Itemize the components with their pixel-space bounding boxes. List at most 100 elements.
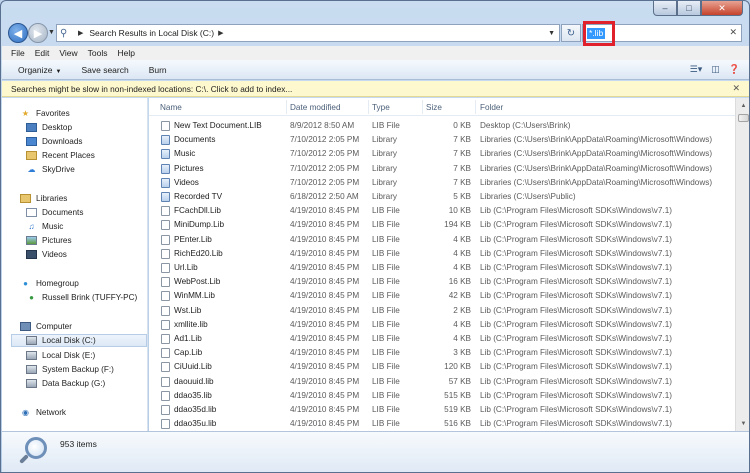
- table-row[interactable]: ddao35d.lib 4/19/2010 8:45 PM LIB File 519 …: [149, 403, 735, 417]
- scrollbar-thumb[interactable]: [738, 114, 749, 122]
- address-bar[interactable]: ⚲ ▶ Search Results in Local Disk (C:) ▶ …: [56, 24, 560, 42]
- nav-label: Homegroup: [36, 279, 79, 288]
- search-box[interactable]: *.lib ✕: [582, 21, 742, 46]
- info-bar-close-icon[interactable]: ✕: [732, 83, 740, 94]
- column-divider[interactable]: [422, 100, 423, 114]
- nav-documents[interactable]: Documents: [26, 206, 83, 219]
- nav-favorites[interactable]: ★ Favorites: [20, 107, 70, 120]
- column-divider[interactable]: [475, 100, 476, 114]
- table-row[interactable]: Documents 7/10/2012 2:05 PM Library 7 KB Lib…: [149, 133, 735, 147]
- help-icon[interactable]: ❓: [729, 64, 740, 75]
- nav-homegroup-user[interactable]: ● Russell Brink (TUFFY-PC): [26, 291, 137, 304]
- cell-folder: Lib (C:\Program Files\Microsoft SDKs\Win…: [480, 348, 672, 358]
- cell-date-modified: 7/10/2012 2:05 PM: [290, 135, 360, 145]
- table-row[interactable]: ddao35.lib 4/19/2010 8:45 PM LIB File 515 K…: [149, 389, 735, 403]
- maximize-button[interactable]: □: [677, 1, 701, 16]
- menu-tools[interactable]: Tools: [88, 48, 108, 58]
- nav-downloads[interactable]: Downloads: [26, 135, 83, 148]
- column-divider[interactable]: [368, 100, 369, 114]
- file-icon: [161, 390, 170, 401]
- nav-recent-places[interactable]: Recent Places: [26, 149, 95, 162]
- nav-computer[interactable]: Computer: [20, 320, 72, 333]
- menu-view[interactable]: View: [59, 48, 77, 58]
- table-row[interactable]: New Text Document.LIB 8/9/2012 8:50 AM LIB…: [149, 119, 735, 133]
- cell-name: Videos: [174, 177, 199, 187]
- breadcrumb-chevron-icon[interactable]: ▶: [218, 29, 223, 37]
- file-icon: [161, 305, 170, 316]
- cell-size: 57 KB: [448, 376, 471, 386]
- table-row[interactable]: Wst.Lib 4/19/2010 8:45 PM LIB File 2 KB Lib …: [149, 304, 735, 318]
- forward-button[interactable]: ▶: [28, 23, 48, 43]
- table-row[interactable]: Url.Lib 4/19/2010 8:45 PM LIB File 4 KB Lib …: [149, 261, 735, 275]
- cell-type: Library: [372, 177, 398, 187]
- table-row[interactable]: CiUuid.Lib 4/19/2010 8:45 PM LIB File 120 K…: [149, 360, 735, 374]
- nav-label: Libraries: [36, 194, 68, 203]
- menu-file[interactable]: File: [11, 48, 25, 58]
- column-type[interactable]: Type: [372, 103, 390, 112]
- menu-bar: File Edit View Tools Help: [2, 46, 749, 60]
- nav-homegroup[interactable]: ● Homegroup: [20, 277, 79, 290]
- cell-folder: Lib (C:\Program Files\Microsoft SDKs\Win…: [480, 362, 672, 372]
- table-row[interactable]: RichEd20.Lib 4/19/2010 8:45 PM LIB File 4 K…: [149, 247, 735, 261]
- nav-skydrive[interactable]: ☁ SkyDrive: [26, 163, 75, 176]
- table-row[interactable]: Videos 7/10/2012 2:05 PM Library 7 KB Librar…: [149, 176, 735, 190]
- address-dropdown-icon[interactable]: ▼: [548, 30, 555, 37]
- menu-edit[interactable]: Edit: [35, 48, 50, 58]
- scroll-up-icon[interactable]: ▲: [736, 98, 749, 113]
- cell-size: 42 KB: [448, 291, 471, 301]
- column-divider[interactable]: [286, 100, 287, 114]
- nav-label: Music: [42, 222, 64, 231]
- table-row[interactable]: Cap.Lib 4/19/2010 8:45 PM LIB File 3 KB Lib …: [149, 346, 735, 360]
- cell-folder: Lib (C:\Program Files\Microsoft SDKs\Win…: [480, 390, 672, 400]
- nav-libraries[interactable]: Libraries: [20, 192, 67, 205]
- table-row[interactable]: daouuid.lib 4/19/2010 8:45 PM LIB File 57 K…: [149, 375, 735, 389]
- nav-data-backup-g[interactable]: Data Backup (G:): [26, 377, 105, 390]
- file-icon: [161, 319, 170, 330]
- nav-music[interactable]: ♫ Music: [26, 220, 64, 233]
- burn-button[interactable]: Burn: [149, 65, 167, 75]
- nav-label: Local Disk (E:): [42, 351, 96, 360]
- breadcrumb[interactable]: Search Results in Local Disk (C:): [89, 28, 214, 38]
- info-bar[interactable]: Searches might be slow in non-indexed lo…: [2, 81, 749, 97]
- recent-pages-dropdown-icon[interactable]: ▼: [48, 29, 55, 36]
- table-row[interactable]: Recorded TV 6/18/2012 2:50 AM Library 5 KB L…: [149, 190, 735, 204]
- vertical-scrollbar[interactable]: ▲ ▼: [735, 98, 749, 431]
- nav-network[interactable]: ◉ Network: [20, 406, 66, 419]
- column-date-modified[interactable]: Date modified: [290, 103, 341, 112]
- column-folder[interactable]: Folder: [480, 103, 503, 112]
- preview-pane-icon[interactable]: ◫: [711, 64, 720, 75]
- menu-help[interactable]: Help: [117, 48, 134, 58]
- music-note-icon: ♫: [28, 222, 35, 231]
- scroll-down-icon[interactable]: ▼: [736, 416, 749, 431]
- nav-pictures[interactable]: Pictures: [26, 234, 72, 247]
- table-row[interactable]: MiniDump.Lib 4/19/2010 8:45 PM LIB File 194…: [149, 218, 735, 232]
- nav-local-disk-c[interactable]: Local Disk (C:): [11, 334, 147, 347]
- nav-local-disk-e[interactable]: Local Disk (E:): [26, 349, 95, 362]
- column-size[interactable]: Size: [426, 103, 442, 112]
- save-search-button[interactable]: Save search: [81, 65, 128, 75]
- nav-system-backup-f[interactable]: System Backup (F:): [26, 363, 114, 376]
- info-bar-text[interactable]: Searches might be slow in non-indexed lo…: [11, 84, 292, 94]
- table-row[interactable]: Pictures 7/10/2012 2:05 PM Library 7 KB Libr…: [149, 162, 735, 176]
- cell-name: Ad1.Lib: [174, 334, 202, 343]
- table-row[interactable]: PEnter.Lib 4/19/2010 8:45 PM LIB File 4 KB L…: [149, 233, 735, 247]
- table-row[interactable]: WinMM.Lib 4/19/2010 8:45 PM LIB File 42 KB L…: [149, 289, 735, 303]
- refresh-button[interactable]: ↻: [561, 24, 581, 42]
- close-button[interactable]: ✕: [701, 1, 743, 16]
- clear-search-icon[interactable]: ✕: [729, 27, 737, 38]
- change-view-icon[interactable]: ☰▾: [690, 64, 703, 75]
- table-row[interactable]: Ad1.Lib 4/19/2010 8:45 PM LIB File 4 KB Lib …: [149, 332, 735, 346]
- table-row[interactable]: xmllite.lib 4/19/2010 8:45 PM LIB File 4 KB…: [149, 318, 735, 332]
- nav-videos[interactable]: Videos: [26, 248, 67, 261]
- table-row[interactable]: ddao35u.lib 4/19/2010 8:45 PM LIB File 516 …: [149, 417, 735, 431]
- organize-button[interactable]: Organize ▼: [18, 65, 61, 75]
- minimize-button[interactable]: –: [653, 1, 677, 16]
- nav-desktop[interactable]: Desktop: [26, 121, 72, 134]
- table-row[interactable]: FCachDll.Lib 4/19/2010 8:45 PM LIB File 10 …: [149, 204, 735, 218]
- table-row[interactable]: Music 7/10/2012 2:05 PM Library 7 KB Librari…: [149, 147, 735, 161]
- cell-folder: Lib (C:\Program Files\Microsoft SDKs\Win…: [480, 220, 672, 230]
- table-row[interactable]: WebPost.Lib 4/19/2010 8:45 PM LIB File 16 K…: [149, 275, 735, 289]
- column-name[interactable]: Name: [160, 103, 182, 112]
- back-button[interactable]: ◀: [8, 23, 28, 43]
- breadcrumb-chevron-icon[interactable]: ▶: [78, 29, 83, 37]
